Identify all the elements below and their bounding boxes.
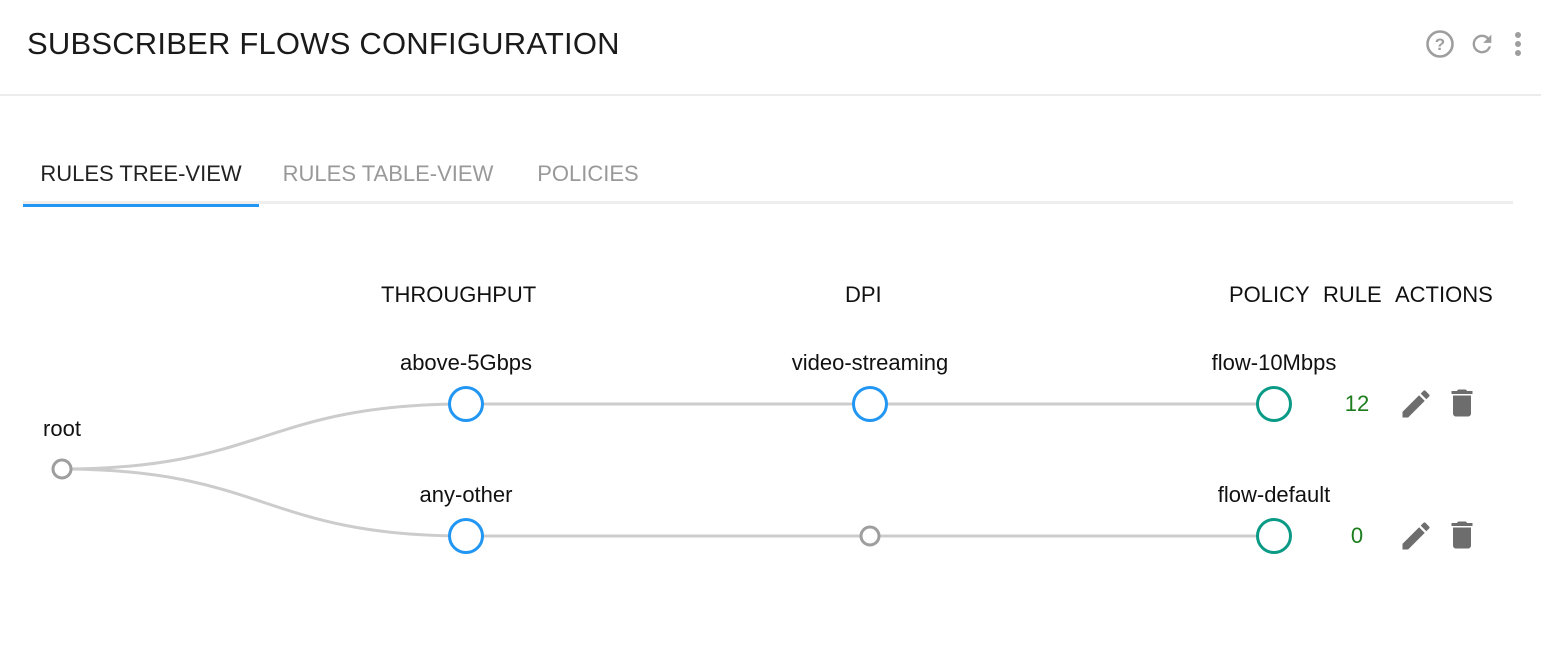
rule-count: 12 [1344, 391, 1370, 416]
rules-tree [51, 386, 1292, 554]
dpi-node [852, 386, 888, 422]
dpi-empty-node [859, 525, 881, 547]
delete-rule-button[interactable] [1442, 515, 1482, 555]
dpi-label: video-streaming [791, 350, 949, 375]
policy-node [1256, 386, 1292, 422]
edit-rule-button[interactable] [1396, 384, 1436, 424]
policy-label: flow-10Mbps [1211, 350, 1337, 375]
pencil-icon [1402, 390, 1430, 418]
policy-node [1256, 518, 1292, 554]
rule-count: 0 [1350, 523, 1364, 548]
throughput-node [448, 386, 484, 422]
trash-icon [1451, 389, 1473, 417]
trash-icon [1451, 521, 1473, 549]
pencil-icon [1402, 522, 1430, 550]
tree-link [61, 402, 467, 471]
throughput-label: above-5Gbps [399, 350, 533, 375]
tree-link [61, 467, 467, 538]
root-label: root [43, 416, 81, 441]
delete-rule-button[interactable] [1442, 383, 1482, 423]
edit-rule-button[interactable] [1396, 516, 1436, 556]
throughput-label: any-other [419, 482, 513, 507]
policy-label: flow-default [1217, 482, 1331, 507]
throughput-node [448, 518, 484, 554]
root-node [51, 458, 73, 480]
